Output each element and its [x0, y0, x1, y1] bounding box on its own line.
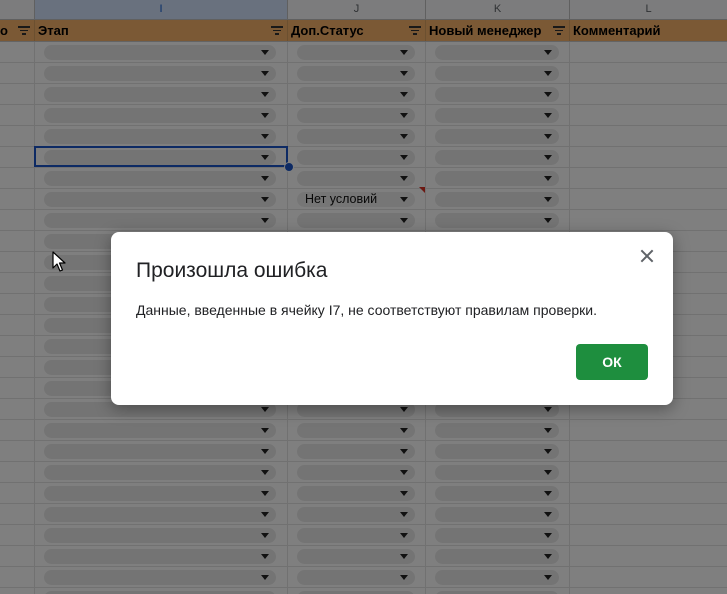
close-icon[interactable]: [637, 246, 657, 266]
dialog-title: Произошла ошибка: [136, 259, 328, 282]
error-dialog: Произошла ошибка Данные, введенные в яче…: [111, 232, 673, 405]
mouse-pointer-icon: [52, 251, 66, 272]
ok-button[interactable]: ОК: [576, 344, 648, 380]
dialog-message: Данные, введенные в ячейку I7, не соотве…: [136, 302, 598, 318]
